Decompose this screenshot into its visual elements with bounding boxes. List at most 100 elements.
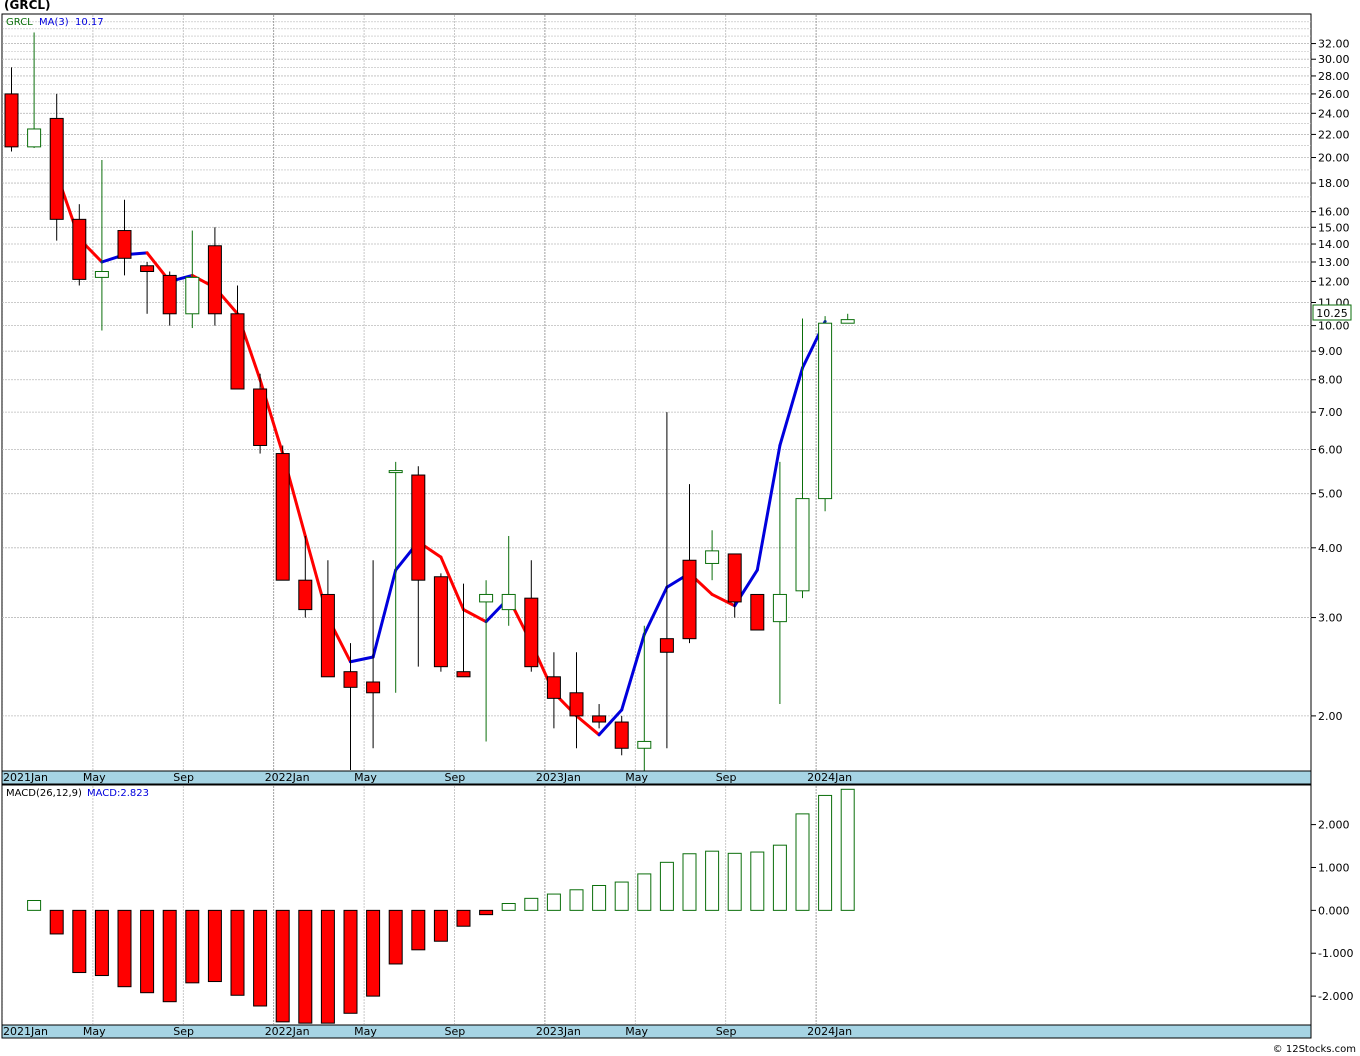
stock-chart: 32.00 30.00 28.00 26.00 24.00 22.00 20.00 18.00… — [1, 13, 1353, 1039]
macd-bar — [366, 909, 381, 997]
candle-body — [298, 579, 313, 611]
macd-bar — [772, 844, 787, 911]
macd-y-axis: 2.000 1.000 0.000 -1.000 -2.000 — [1311, 819, 1353, 1003]
macd-bar — [230, 909, 245, 996]
price-x-label: Sep — [445, 771, 466, 784]
price-tick-label: 12.00 — [1318, 275, 1350, 288]
candle-body — [795, 498, 810, 592]
candle-body — [546, 676, 561, 699]
macd-tick-label: -2.000 — [1318, 990, 1353, 1003]
candle-body — [411, 474, 426, 581]
candle-body — [27, 128, 42, 148]
price-y-axis: 32.00 30.00 28.00 26.00 24.00 22.00 20.00 18.00… — [1311, 38, 1350, 723]
candle-body — [49, 117, 64, 220]
price-x-axis-band — [1, 770, 1312, 785]
candle-body — [705, 550, 720, 564]
price-tick-label: 4.00 — [1318, 542, 1343, 555]
macd-bar — [411, 909, 426, 951]
macd-x-label: Sep — [716, 1025, 737, 1038]
macd-bar — [162, 909, 177, 1003]
macd-bar — [795, 813, 810, 911]
macd-bar — [207, 909, 222, 983]
candle-body — [433, 576, 448, 668]
price-tick-label: 9.00 — [1318, 345, 1343, 358]
macd-x-label: May — [83, 1025, 106, 1038]
candle-body — [117, 230, 132, 259]
candle-body — [320, 593, 335, 678]
candle-body — [388, 470, 403, 474]
price-tick-label: 20.00 — [1318, 152, 1350, 165]
price-tick-label: 24.00 — [1318, 107, 1350, 120]
macd-bar — [185, 909, 200, 984]
macd-bar — [705, 850, 720, 911]
candle — [818, 316, 833, 512]
price-x-label: Sep — [716, 771, 737, 784]
price-tick-label: 15.00 — [1318, 221, 1350, 234]
macd-tick-label: -1.000 — [1318, 947, 1353, 960]
candle-body — [4, 93, 19, 148]
legend-ma-label: MA(3) — [39, 17, 69, 28]
candle-body — [501, 593, 516, 611]
candle-body — [840, 319, 855, 324]
candle — [433, 573, 448, 672]
macd-bar — [524, 897, 539, 911]
candle-body — [614, 721, 629, 749]
macd-x-label: May — [354, 1025, 377, 1038]
price-tick-label: 7.00 — [1318, 406, 1343, 419]
price-tick-label: 18.00 — [1318, 177, 1350, 190]
candle-body — [140, 265, 155, 273]
macd-bar — [840, 788, 855, 911]
price-tick-label: 14.00 — [1318, 238, 1350, 251]
price-x-label: May — [354, 771, 377, 784]
candle-body — [479, 593, 494, 603]
price-tick-label: 22.00 — [1318, 128, 1350, 141]
macd-x-label: 2021Jan — [3, 1025, 48, 1038]
macd-x-label: Sep — [173, 1025, 194, 1038]
candle-body — [366, 681, 381, 694]
macd-bar — [49, 909, 64, 935]
macd-bar — [479, 909, 494, 916]
candle — [275, 445, 290, 581]
candle-body — [659, 638, 674, 653]
macd-bar — [433, 909, 448, 942]
candle-body — [162, 274, 177, 315]
macd-bar — [659, 861, 674, 911]
macd-bar — [275, 909, 290, 1023]
macd-bar — [637, 873, 652, 911]
macd-bar — [614, 881, 629, 911]
price-tick-label: 5.00 — [1318, 488, 1343, 501]
price-x-label: May — [83, 771, 106, 784]
macd-bar — [818, 794, 833, 911]
candle-body — [727, 553, 742, 603]
macd-bar — [27, 899, 42, 911]
macd-bar — [501, 902, 516, 911]
legend-ma-value: 10.17 — [75, 17, 104, 28]
macd-bar — [546, 893, 561, 911]
price-x-label: May — [625, 771, 648, 784]
credit-text: © 12Stocks.com — [1272, 1044, 1356, 1055]
candle-body — [72, 218, 87, 280]
macd-bar — [140, 909, 155, 994]
price-tick-label: 28.00 — [1318, 70, 1350, 83]
legend-symbol: GRCL — [6, 17, 33, 28]
candle-body — [592, 715, 607, 723]
candle-body — [207, 245, 222, 315]
legend-macd-value: MACD:2.823 — [87, 788, 149, 799]
candle-body — [682, 559, 697, 640]
price-x-label: 2022Jan — [265, 771, 310, 784]
last-price-label: 10.25 — [1316, 307, 1348, 320]
candle-body — [275, 453, 290, 581]
price-tick-label: 26.00 — [1318, 88, 1350, 101]
price-tick-label: 32.00 — [1318, 38, 1350, 51]
macd-bar — [72, 909, 87, 974]
price-x-label: 2021Jan — [3, 771, 48, 784]
macd-bar — [569, 889, 584, 911]
price-tick-label: 3.00 — [1318, 612, 1343, 625]
macd-bar — [727, 852, 742, 911]
macd-bar — [592, 884, 607, 911]
macd-bar — [94, 909, 109, 977]
candle-body — [94, 271, 109, 278]
price-x-label: Sep — [173, 771, 194, 784]
candle-body — [772, 593, 787, 623]
price-x-label: 2023Jan — [536, 771, 581, 784]
